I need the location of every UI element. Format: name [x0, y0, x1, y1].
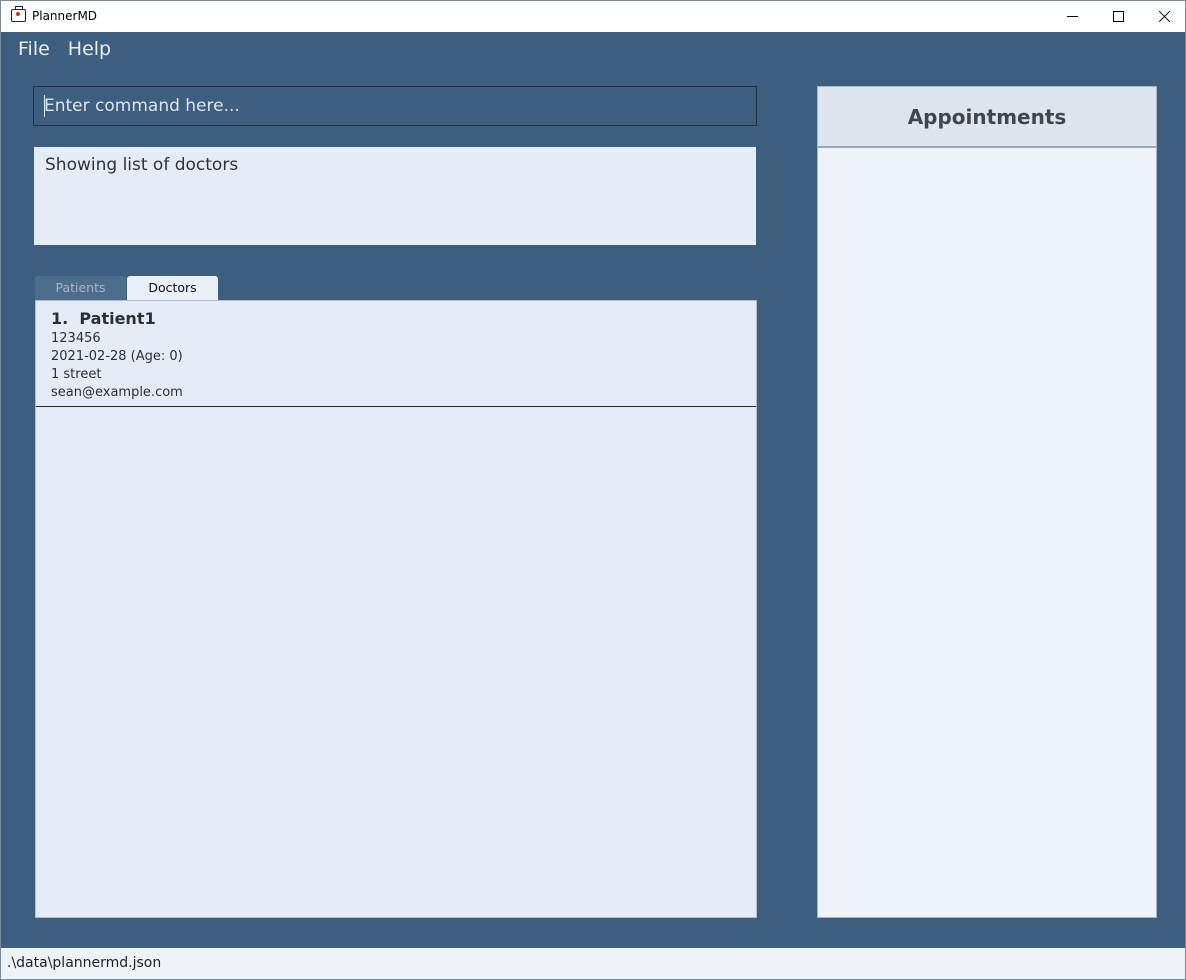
person-address: 1 street: [51, 367, 102, 382]
tab-doctors[interactable]: Doctors: [127, 276, 218, 300]
maximize-icon: [1112, 11, 1124, 22]
maximize-button[interactable]: [1095, 1, 1141, 32]
status-bar: .\data\plannermd.json: [1, 948, 1185, 979]
close-button[interactable]: [1141, 1, 1186, 32]
person-name: 1. Patient1: [51, 309, 156, 328]
appointments-panel[interactable]: Appointments: [817, 86, 1157, 918]
menu-help[interactable]: Help: [59, 32, 120, 66]
list-item[interactable]: 1. Patient1 123456 2021-02-28 (Age: 0) 1…: [36, 301, 756, 407]
text-caret: [44, 95, 45, 117]
tab-bar: Patients Doctors: [35, 276, 219, 300]
title-bar[interactable]: PlannerMD: [1, 1, 1185, 32]
tab-patients[interactable]: Patients: [35, 276, 126, 300]
menu-bar: File Help: [1, 32, 120, 66]
window-title: PlannerMD: [32, 9, 98, 23]
close-icon: [1158, 10, 1171, 23]
command-box: [33, 86, 757, 126]
menu-file[interactable]: File: [1, 32, 59, 66]
save-location: .\data\plannermd.json: [7, 955, 162, 971]
app-window: PlannerMD File Help Showing list of doct…: [0, 0, 1186, 980]
result-display: Showing list of doctors: [34, 147, 756, 245]
medical-bag-icon: [11, 6, 26, 22]
minimize-icon: [1066, 16, 1078, 17]
person-list-panel[interactable]: 1. Patient1 123456 2021-02-28 (Age: 0) 1…: [35, 300, 757, 918]
person-birthdate: 2021-02-28 (Age: 0): [51, 349, 183, 364]
person-phone: 123456: [51, 331, 101, 346]
person-email: sean@example.com: [51, 385, 183, 400]
minimize-button[interactable]: [1049, 1, 1095, 32]
appointments-header: Appointments: [818, 87, 1156, 148]
command-input[interactable]: [34, 87, 756, 125]
result-text: Showing list of doctors: [45, 155, 239, 175]
appointments-title: Appointments: [907, 104, 1067, 129]
